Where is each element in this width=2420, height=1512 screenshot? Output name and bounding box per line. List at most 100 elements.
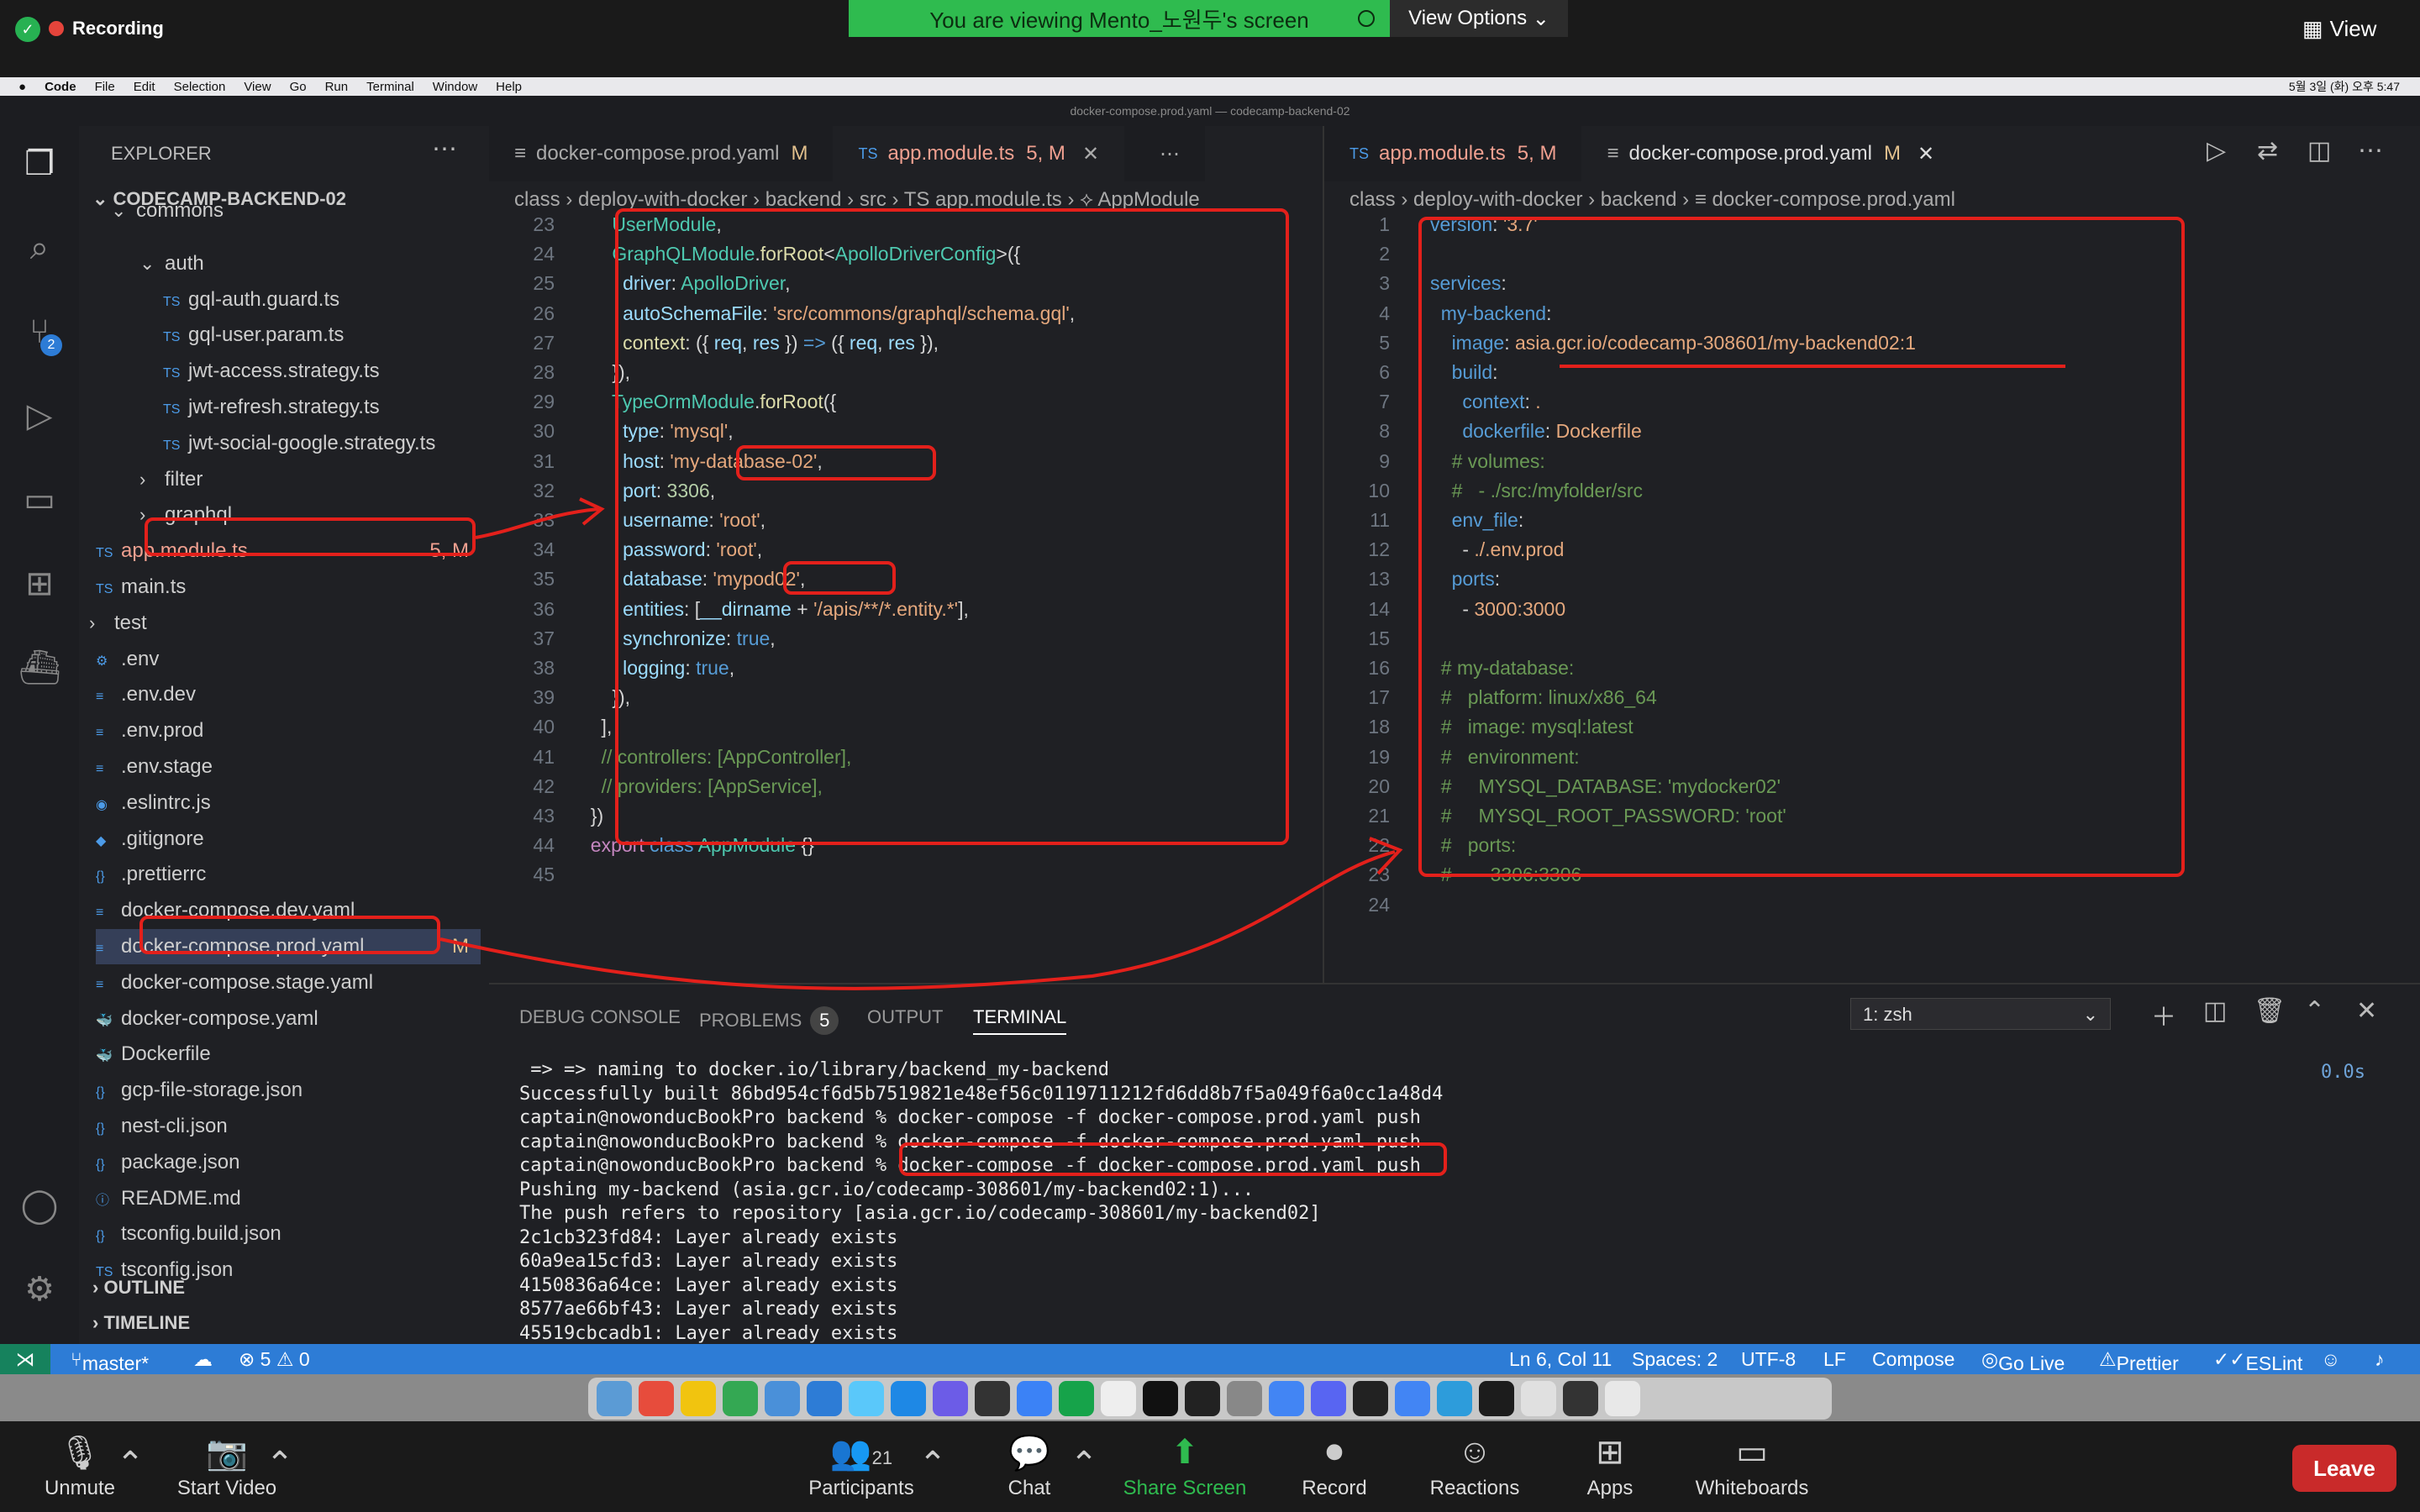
menu-go[interactable]: Go: [290, 80, 307, 94]
more-actions-icon[interactable]: ⋯: [432, 134, 457, 164]
whiteboards-button[interactable]: ▭ Whiteboards: [1689, 1421, 1815, 1512]
menu-window[interactable]: Window: [433, 80, 477, 94]
tree-folder[interactable]: › test: [89, 606, 474, 641]
dock-app-icon[interactable]: [1479, 1381, 1514, 1416]
breadcrumb[interactable]: class › deploy-with-docker › backend › ≡…: [1349, 188, 1955, 212]
dock-app-icon[interactable]: [639, 1381, 674, 1416]
run-icon[interactable]: ▷: [2207, 136, 2226, 165]
account-icon[interactable]: ◯: [18, 1184, 60, 1226]
audio-options-icon[interactable]: ⌃: [116, 1421, 145, 1512]
dock-app-icon[interactable]: [1353, 1381, 1388, 1416]
tree-file[interactable]: TS jwt-social-google.strategy.ts: [163, 426, 481, 461]
tab-docker-compose-prod[interactable]: ≡ docker-compose.prod.yaml M: [489, 126, 833, 181]
run-debug-icon[interactable]: ▷: [18, 395, 60, 437]
tree-file[interactable]: ≡ .env.stage: [96, 749, 481, 785]
menu-code[interactable]: Code: [45, 80, 76, 94]
tab-app-module[interactable]: TS app.module.ts 5, M: [1324, 126, 1581, 181]
tree-file[interactable]: TS gql-user.param.ts: [163, 318, 481, 353]
dock-app-icon[interactable]: [849, 1381, 884, 1416]
dock-app-icon[interactable]: [975, 1381, 1010, 1416]
tree-file[interactable]: 🐳 Dockerfile: [96, 1037, 481, 1072]
tree-folder[interactable]: › filter: [139, 462, 474, 497]
indentation[interactable]: Spaces: 2: [1632, 1348, 1718, 1371]
apps-button[interactable]: ⊞ Apps: [1576, 1421, 1644, 1512]
tree-file[interactable]: {} gcp-file-storage.json: [96, 1073, 481, 1108]
participants-button[interactable]: 👥21 Participants: [802, 1421, 920, 1512]
tab-problems[interactable]: PROBLEMS 5: [699, 1006, 839, 1035]
menu-clock[interactable]: 5월 3일 (화) 오후 5:47: [2289, 77, 2400, 96]
new-terminal-icon[interactable]: ＋: [2151, 996, 2176, 1033]
dock-app-icon[interactable]: [1521, 1381, 1556, 1416]
split-terminal-icon[interactable]: ◫: [2203, 996, 2227, 1026]
encoding[interactable]: UTF-8: [1741, 1348, 1796, 1371]
tree-file[interactable]: TS jwt-access.strategy.ts: [163, 354, 481, 389]
terminal-shell-select[interactable]: 1: zsh ⌄: [1850, 998, 2111, 1030]
outline-section[interactable]: › OUTLINE: [92, 1277, 185, 1299]
editor-more-icon[interactable]: ⋯: [1124, 126, 1205, 181]
editor-more-icon[interactable]: ⋯: [2358, 136, 2383, 165]
tab-app-module[interactable]: TS app.module.ts 5, M ✕: [833, 126, 1125, 181]
explorer-icon[interactable]: ❐: [18, 143, 60, 185]
close-panel-icon[interactable]: ✕: [2356, 996, 2377, 1026]
dock-app-icon[interactable]: [1437, 1381, 1472, 1416]
chat-button[interactable]: 💬 Chat: [996, 1421, 1063, 1512]
feedback-icon[interactable]: ☺: [2321, 1348, 2340, 1371]
dock-app-icon[interactable]: [933, 1381, 968, 1416]
language-mode[interactable]: Compose: [1872, 1348, 1954, 1371]
dock-app-icon[interactable]: [723, 1381, 758, 1416]
go-live-button[interactable]: ◎ Go Live: [1981, 1348, 2065, 1374]
dock-app-icon[interactable]: [597, 1381, 632, 1416]
dock-app-icon[interactable]: [891, 1381, 926, 1416]
dock-app-icon[interactable]: [807, 1381, 842, 1416]
tree-file[interactable]: ≡ .env.dev: [96, 677, 481, 712]
menu-run[interactable]: Run: [325, 80, 349, 94]
dock-app-icon[interactable]: [1563, 1381, 1598, 1416]
tree-file[interactable]: ⚙ .env: [96, 642, 481, 677]
chat-options-icon[interactable]: ⌃: [1070, 1421, 1098, 1512]
timeline-section[interactable]: › TIMELINE: [92, 1312, 190, 1334]
menu-view[interactable]: View: [244, 80, 271, 94]
cursor-position[interactable]: Ln 6, Col 11: [1509, 1348, 1612, 1371]
dock-app-icon[interactable]: [765, 1381, 800, 1416]
compare-changes-icon[interactable]: ⇄: [2257, 136, 2278, 165]
eslint-button[interactable]: ✓✓ ESLint: [2213, 1348, 2302, 1374]
tree-file[interactable]: {} nest-cli.json: [96, 1109, 481, 1144]
tree-folder[interactable]: ⌄ commons: [111, 193, 474, 228]
menu-help[interactable]: Help: [496, 80, 522, 94]
remote-explorer-icon[interactable]: ▭: [18, 479, 60, 521]
tab-docker-compose-prod[interactable]: ≡ docker-compose.prod.yaml M ✕: [1581, 126, 1960, 181]
tree-file[interactable]: ◉ .eslintrc.js: [96, 785, 481, 821]
participants-options-icon[interactable]: ⌃: [918, 1421, 947, 1512]
tab-debug-console[interactable]: DEBUG CONSOLE: [519, 1006, 681, 1028]
tree-file[interactable]: 🐳 docker-compose.yaml: [96, 1001, 481, 1037]
dock-app-icon[interactable]: [1269, 1381, 1304, 1416]
sync-icon[interactable]: ☁: [193, 1348, 213, 1371]
extensions-icon[interactable]: ⊞: [18, 563, 60, 605]
search-icon[interactable]: ⌕: [18, 227, 60, 269]
tree-file[interactable]: {} .prettierrc: [96, 857, 481, 892]
prettier-button[interactable]: ⚠ Prettier: [2099, 1348, 2179, 1374]
menu-selection[interactable]: Selection: [174, 80, 226, 94]
menu-terminal[interactable]: Terminal: [366, 80, 414, 94]
tree-file[interactable]: ≡ docker-compose.stage.yaml: [96, 965, 481, 1000]
close-icon[interactable]: ✕: [1918, 142, 1934, 166]
recording-indicator[interactable]: Recording: [25, 15, 164, 42]
docker-icon[interactable]: ⛴: [18, 647, 61, 689]
maximize-panel-icon[interactable]: ⌃: [2304, 996, 2325, 1026]
tree-file[interactable]: {} tsconfig.build.json: [96, 1216, 481, 1252]
menu-edit[interactable]: Edit: [134, 80, 155, 94]
tree-file[interactable]: ⓘ README.md: [96, 1181, 481, 1216]
leave-button[interactable]: Leave: [2292, 1445, 2396, 1492]
split-editor-icon[interactable]: ◫: [2307, 136, 2331, 165]
dock-app-icon[interactable]: [1185, 1381, 1220, 1416]
unmute-button[interactable]: 🎙 Unmute: [34, 1421, 126, 1512]
tree-file[interactable]: TS main.ts: [96, 570, 481, 605]
share-screen-button[interactable]: ⬆ Share Screen: [1118, 1421, 1252, 1512]
view-button[interactable]: ▦ View: [2302, 12, 2410, 45]
dock-app-icon[interactable]: [1311, 1381, 1346, 1416]
tree-file[interactable]: TS jwt-refresh.strategy.ts: [163, 390, 481, 425]
tree-file[interactable]: {} package.json: [96, 1145, 481, 1180]
remote-icon[interactable]: ⋊: [0, 1344, 50, 1374]
dock-app-icon[interactable]: [1395, 1381, 1430, 1416]
tab-terminal[interactable]: TERMINAL: [973, 1006, 1067, 1035]
